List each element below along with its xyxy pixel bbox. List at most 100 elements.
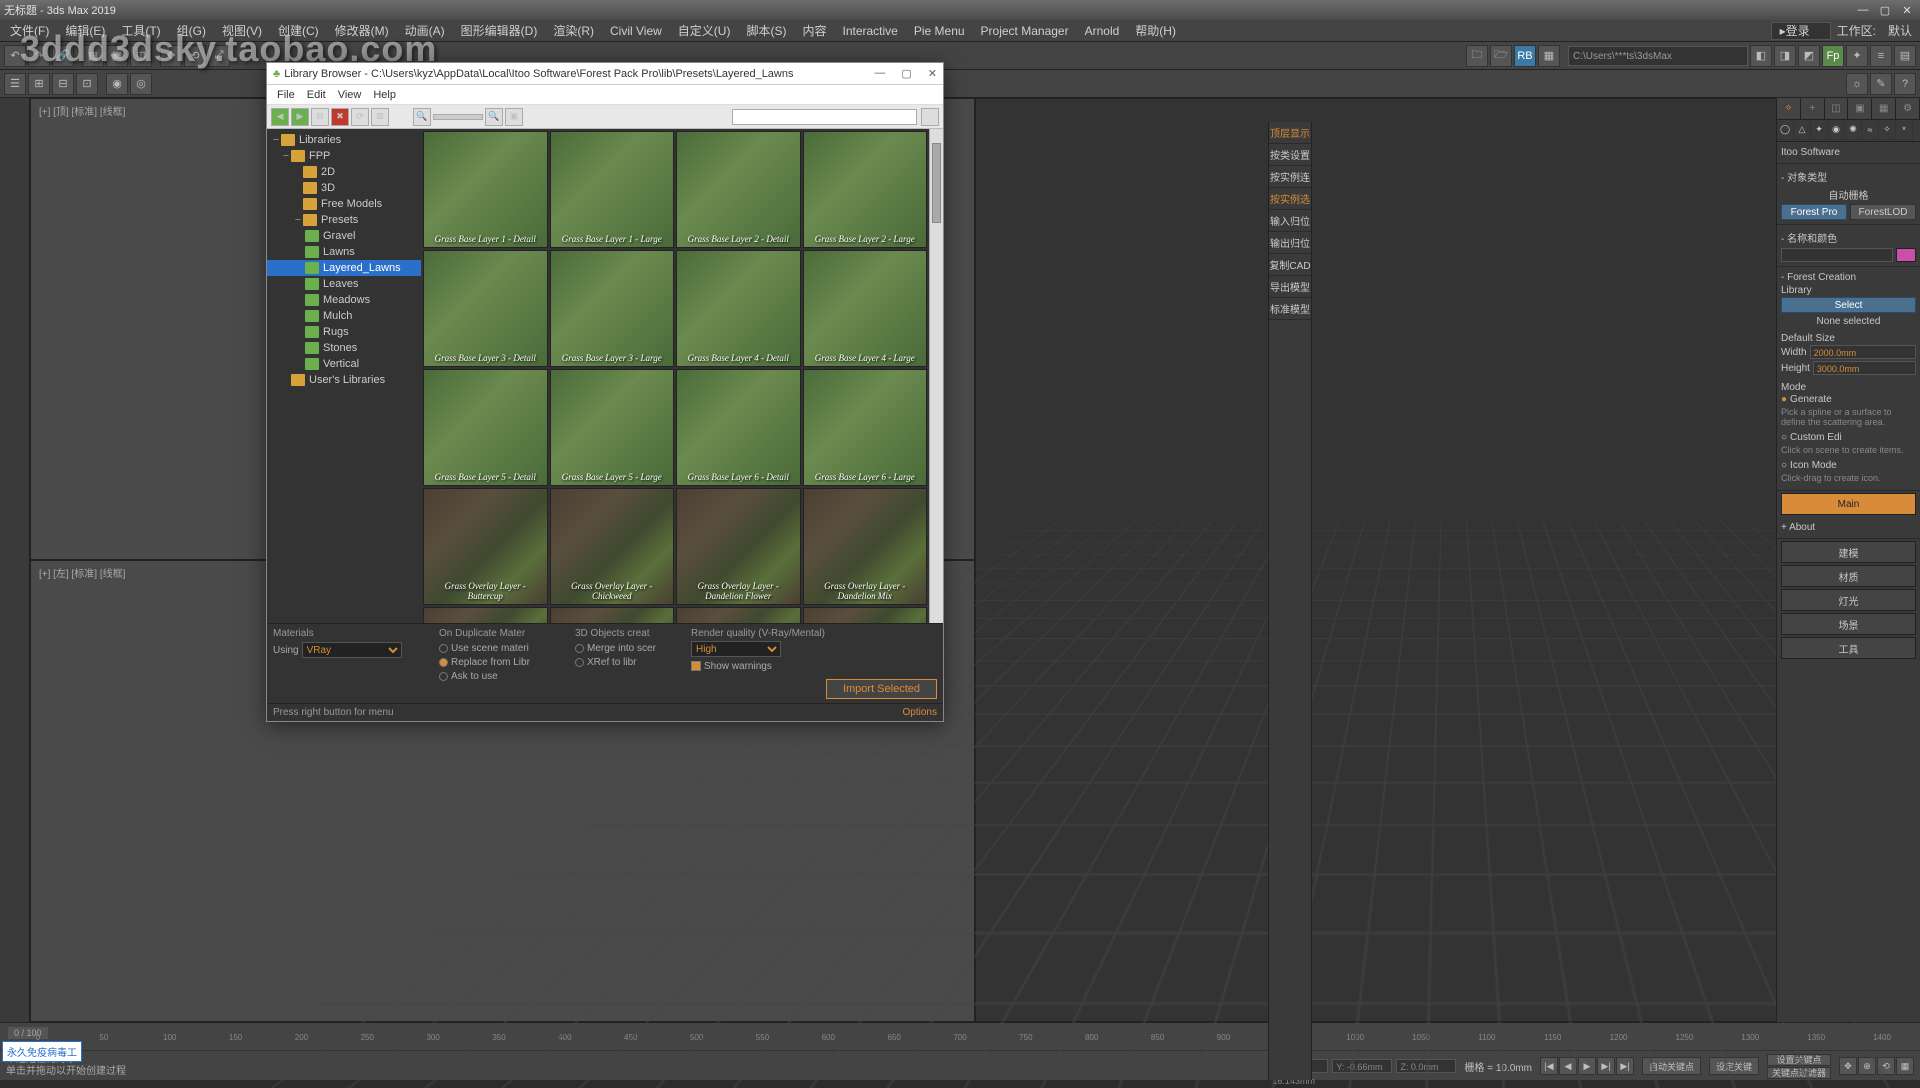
toolbar-icon[interactable]: ◎: [130, 73, 152, 95]
toolbar-icon[interactable]: ✎: [1870, 73, 1892, 95]
cat-icon[interactable]: *: [1896, 120, 1913, 140]
close-icon[interactable]: ✕: [1898, 4, 1916, 17]
toolbar-icon[interactable]: ▦: [1538, 45, 1560, 67]
tree-preset-item[interactable]: Vertical: [267, 356, 421, 372]
lib-thumb[interactable]: Grass Base Layer 4 - Large: [803, 250, 928, 367]
lib-thumb[interactable]: Grass Base Layer 6 - Detail: [676, 369, 801, 486]
lib-back-icon[interactable]: ◀: [271, 108, 289, 126]
toolbar-icon[interactable]: ◧: [1750, 45, 1772, 67]
lib-thumb[interactable]: [676, 607, 801, 623]
toolbar-icon[interactable]: ◉: [106, 73, 128, 95]
toolbar-icon[interactable]: ?: [1894, 73, 1916, 95]
tab-create-icon[interactable]: ✧: [1777, 98, 1801, 119]
toolbar-icon[interactable]: ⊟: [52, 73, 74, 95]
toolbar-icon[interactable]: RB: [1514, 45, 1536, 67]
forest-pro-button[interactable]: Forest Pro: [1781, 204, 1847, 220]
tree-user-libraries[interactable]: User's Libraries: [267, 372, 421, 388]
tree-libraries[interactable]: −Libraries: [267, 132, 421, 148]
ribbon-item[interactable]: 按类设置: [1269, 144, 1311, 166]
lib-thumb[interactable]: [550, 607, 675, 623]
cat-icon[interactable]: △: [1794, 120, 1811, 140]
cat-icon[interactable]: ✦: [1811, 120, 1828, 140]
lib-close-icon[interactable]: ✕: [928, 67, 937, 80]
cat-icon[interactable]: ◉: [1828, 120, 1845, 140]
tab-util-icon[interactable]: ⚙: [1896, 98, 1920, 119]
lib-filter-icon[interactable]: [921, 108, 939, 126]
toolbar-icon[interactable]: ☰: [4, 73, 26, 95]
cat-icon[interactable]: ✺: [1845, 120, 1862, 140]
tree-item[interactable]: 2D: [267, 164, 421, 180]
cat-icon[interactable]: ✧: [1879, 120, 1896, 140]
lib-thumb[interactable]: Grass Base Layer 3 - Large: [550, 250, 675, 367]
toolbar-icon[interactable]: ✦: [1846, 45, 1868, 67]
lib-minimize-icon[interactable]: —: [874, 67, 885, 80]
lib-tool-icon[interactable]: ⊞: [311, 108, 329, 126]
dup-opt[interactable]: Use scene materi: [439, 641, 569, 655]
lib-thumb[interactable]: Grass Base Layer 1 - Detail: [423, 131, 548, 248]
ribbon-item[interactable]: 按实例连: [1269, 166, 1311, 188]
toolbar-icon[interactable]: ▤: [1894, 45, 1916, 67]
name-field[interactable]: [1781, 248, 1893, 262]
toolbar-icon[interactable]: ☼: [1846, 73, 1868, 95]
menu-pie[interactable]: Pie Menu: [906, 22, 973, 40]
lib-scrollbar[interactable]: [929, 129, 943, 623]
menu-script[interactable]: 脚本(S): [738, 20, 794, 41]
lib-zoom-slider[interactable]: [433, 114, 483, 120]
tree-preset-item[interactable]: Lawns: [267, 244, 421, 260]
ribbon-item[interactable]: 导出模型: [1269, 276, 1311, 298]
lib-options-link[interactable]: Options: [903, 707, 937, 718]
menu-arnold[interactable]: Arnold: [1077, 22, 1128, 40]
tree-preset-item[interactable]: Gravel: [267, 228, 421, 244]
lib-fwd-icon[interactable]: ▶: [291, 108, 309, 126]
toolbar-icon[interactable]: ≡: [1870, 45, 1892, 67]
cat-icon[interactable]: ◯: [1777, 120, 1794, 140]
nav-icon[interactable]: ⟲: [1877, 1057, 1895, 1075]
menu-custom[interactable]: 自定义(U): [670, 20, 739, 41]
play-icon[interactable]: ▶: [1578, 1057, 1596, 1075]
width-field[interactable]: 2000.0mm: [1810, 345, 1916, 359]
lib-thumb[interactable]: [423, 607, 548, 623]
ribbon-item[interactable]: 输入归位: [1269, 210, 1311, 232]
mode-generate[interactable]: Generate: [1790, 394, 1832, 405]
side-button[interactable]: 工具: [1781, 637, 1916, 659]
ribbon-item[interactable]: 按实例选: [1269, 188, 1311, 210]
project-path[interactable]: C:\Users\***ts\3dsMax: [1568, 46, 1748, 66]
lib-thumb[interactable]: Grass Base Layer 4 - Detail: [676, 250, 801, 367]
prev-frame-icon[interactable]: ◀: [1559, 1057, 1577, 1075]
obj3d-opt[interactable]: Merge into scer: [575, 641, 685, 655]
lib-thumb[interactable]: Grass Base Layer 3 - Detail: [423, 250, 548, 367]
toolbar-icon[interactable]: ◩: [1798, 45, 1820, 67]
lib-thumb[interactable]: Grass Overlay Layer - Buttercup: [423, 488, 548, 605]
tab-hierarchy-icon[interactable]: ◫: [1825, 98, 1849, 119]
lib-thumb[interactable]: Grass Base Layer 1 - Large: [550, 131, 675, 248]
lib-thumb[interactable]: [803, 607, 928, 623]
ribbon-item[interactable]: 顶层显示: [1269, 122, 1311, 144]
import-selected-button[interactable]: Import Selected: [826, 679, 937, 699]
autokey-button[interactable]: 自动关键点: [1642, 1057, 1701, 1075]
nav-icon[interactable]: ⊕: [1858, 1057, 1876, 1075]
color-swatch[interactable]: [1896, 248, 1916, 262]
menu-render[interactable]: 渲染(R): [545, 20, 602, 41]
side-button[interactable]: 灯光: [1781, 589, 1916, 611]
side-main-button[interactable]: Main: [1781, 493, 1916, 515]
height-field[interactable]: 3000.0mm: [1813, 361, 1916, 375]
dup-opt[interactable]: Ask to use: [439, 669, 569, 683]
workspace-value[interactable]: 默认: [1882, 22, 1918, 40]
tree-fpp[interactable]: −FPP: [267, 148, 421, 164]
tree-preset-item[interactable]: Stones: [267, 340, 421, 356]
toolbar-icon[interactable]: ◨: [1774, 45, 1796, 67]
lib-zoom-icon[interactable]: 🔍: [485, 108, 503, 126]
lib-title-bar[interactable]: ♣ Library Browser - C:\Users\kyz\AppData…: [267, 63, 943, 85]
tree-item[interactable]: Free Models: [267, 196, 421, 212]
tree-preset-item[interactable]: Rugs: [267, 324, 421, 340]
forest-pack-icon[interactable]: Fp: [1822, 45, 1844, 67]
lib-thumb[interactable]: Grass Overlay Layer - Dandelion Flower: [676, 488, 801, 605]
menu-pm[interactable]: Project Manager: [973, 22, 1077, 40]
lib-thumb[interactable]: Grass Base Layer 2 - Large: [803, 131, 928, 248]
ribbon-item[interactable]: 标准模型: [1269, 298, 1311, 320]
lib-tool-icon[interactable]: ▣: [505, 108, 523, 126]
menu-graph[interactable]: 图形编辑器(D): [453, 20, 546, 41]
tree-preset-layered-lawns[interactable]: Layered_Lawns: [267, 260, 421, 276]
lib-thumb[interactable]: Grass Base Layer 6 - Large: [803, 369, 928, 486]
tree-preset-item[interactable]: Meadows: [267, 292, 421, 308]
